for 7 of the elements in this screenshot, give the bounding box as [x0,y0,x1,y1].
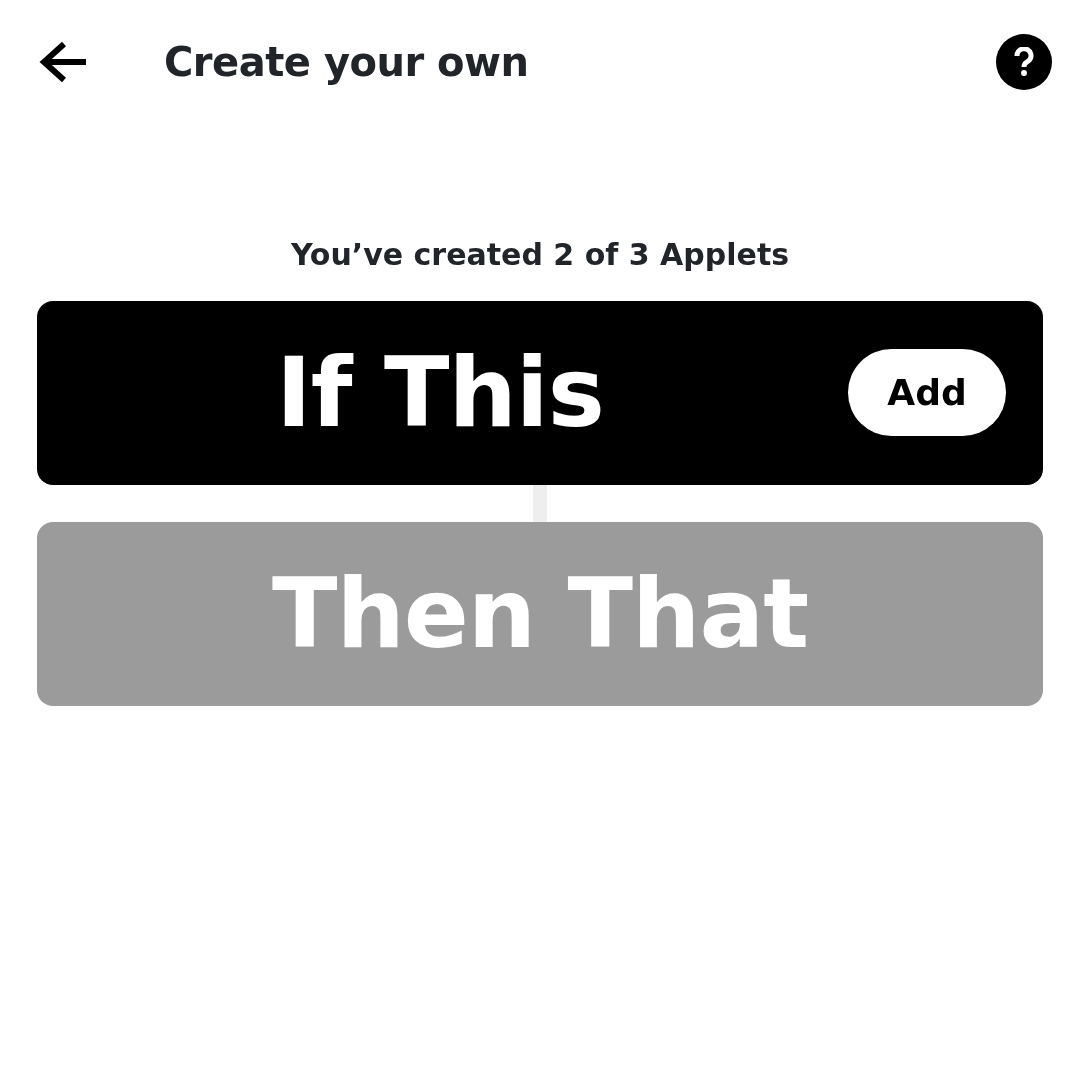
add-button[interactable]: Add [848,349,1006,436]
applet-count-text: You’ve created 2 of 3 Applets [289,236,791,274]
page-title: Create your own [164,38,530,87]
step-card[interactable]: If This Add [37,301,1043,485]
step-label: If This [276,345,604,441]
step-label: Then That [271,566,809,662]
help-icon[interactable] [996,34,1052,90]
